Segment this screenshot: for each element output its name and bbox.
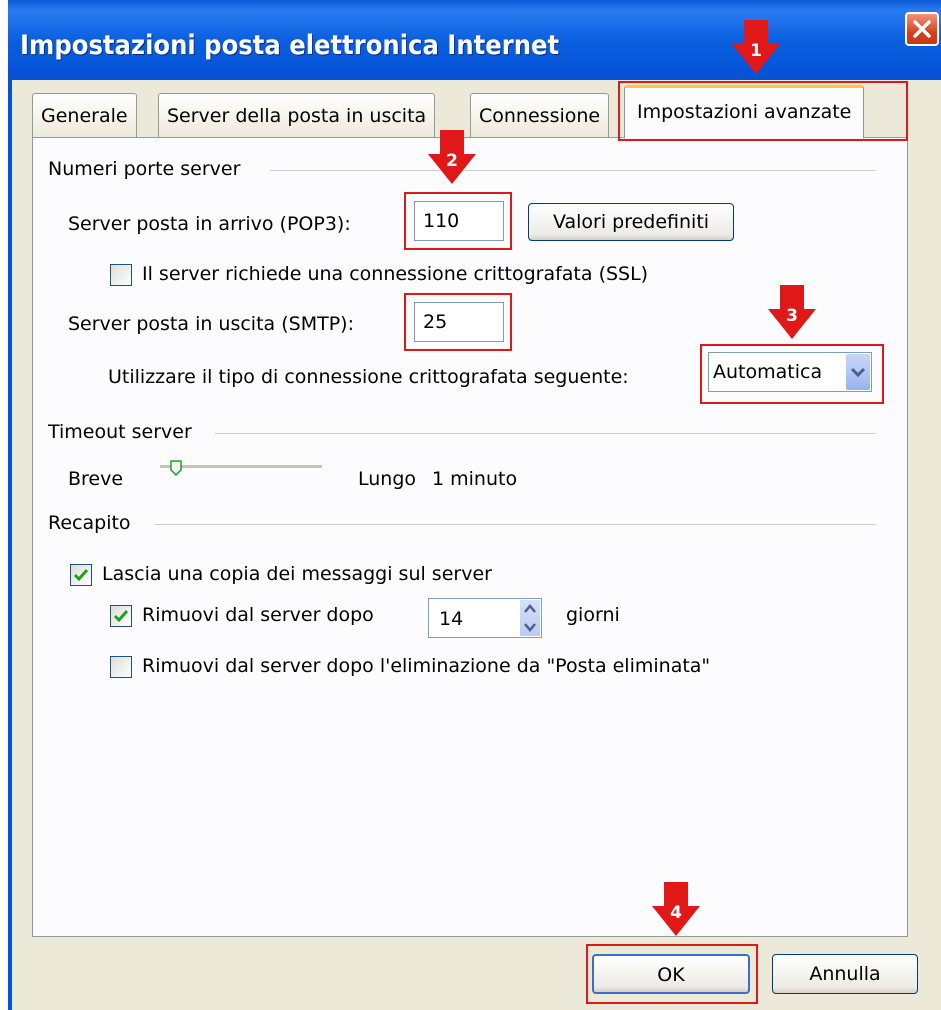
days-unit-label: giorni	[566, 604, 620, 626]
timeout-slider-thumb[interactable]	[170, 460, 182, 476]
highlight-box-encryption-select	[700, 344, 884, 404]
leave-copy-checkbox[interactable]	[70, 564, 92, 586]
group-divider	[155, 524, 876, 525]
timeout-value: 1 minuto	[432, 468, 518, 490]
arrow-down-icon[interactable]	[520, 618, 540, 636]
close-icon	[913, 20, 931, 38]
highlight-box-ok-button	[586, 944, 758, 1004]
down-arrow-marker-icon: 2	[428, 130, 476, 184]
remove-after-label: Rimuovi dal server dopo	[142, 604, 374, 626]
group-divider	[270, 170, 876, 171]
arrow-up-icon[interactable]	[520, 600, 540, 618]
default-values-button[interactable]: Valori predefiniti	[528, 203, 734, 241]
remove-deleted-label: Rimuovi dal server dopo l'eliminazione d…	[142, 655, 711, 677]
group-label-delivery: Recapito	[48, 512, 139, 534]
tab-server-posta-uscita[interactable]: Server della posta in uscita	[158, 93, 436, 139]
timeout-slider-track[interactable]	[160, 465, 322, 469]
encryption-type-label: Utilizzare il tipo di connessione critto…	[108, 366, 629, 388]
remove-after-checkbox[interactable]	[110, 605, 132, 627]
timeout-short-label: Breve	[68, 468, 124, 490]
incoming-server-label: Server posta in arrivo (POP3):	[68, 213, 351, 235]
check-icon	[113, 610, 129, 623]
marker-number-1: 1	[750, 41, 762, 61]
highlight-box-incoming-port	[404, 192, 512, 250]
group-label-timeout: Timeout server	[48, 421, 200, 443]
title-bar[interactable]: Impostazioni posta elettronica Internet	[8, 0, 941, 90]
marker-number-3: 3	[786, 306, 798, 326]
close-button[interactable]	[905, 12, 939, 46]
highlight-box-outgoing-port	[404, 293, 512, 351]
highlight-box-advanced-tab	[618, 81, 908, 141]
timeout-long-label: Lungo	[358, 468, 417, 490]
remove-after-days-value: 14	[439, 608, 464, 630]
tab-generale[interactable]: Generale	[32, 93, 137, 139]
marker-number-4: 4	[670, 903, 682, 923]
leave-copy-label: Lascia una copia dei messaggi sul server	[102, 563, 492, 585]
spinner-buttons[interactable]	[520, 600, 540, 636]
check-icon	[73, 569, 89, 582]
marker-number-2: 2	[446, 151, 458, 171]
tab-connessione[interactable]: Connessione	[470, 93, 610, 139]
down-arrow-marker-icon: 4	[652, 882, 700, 936]
window-title: Impostazioni posta elettronica Internet	[20, 30, 560, 61]
remove-after-days-spinner[interactable]: 14	[428, 598, 542, 638]
ssl-checkbox[interactable]	[110, 264, 132, 286]
down-arrow-marker-icon: 1	[732, 20, 780, 74]
tab-panel	[32, 137, 908, 937]
group-divider	[215, 433, 876, 434]
remove-deleted-checkbox[interactable]	[110, 656, 132, 678]
cancel-button[interactable]: Annulla	[772, 954, 918, 994]
down-arrow-marker-icon: 3	[768, 285, 816, 339]
ssl-label: Il server richiede una connessione critt…	[142, 263, 649, 285]
outgoing-server-label: Server posta in uscita (SMTP):	[68, 313, 354, 335]
group-label-ports: Numeri porte server	[48, 158, 249, 180]
